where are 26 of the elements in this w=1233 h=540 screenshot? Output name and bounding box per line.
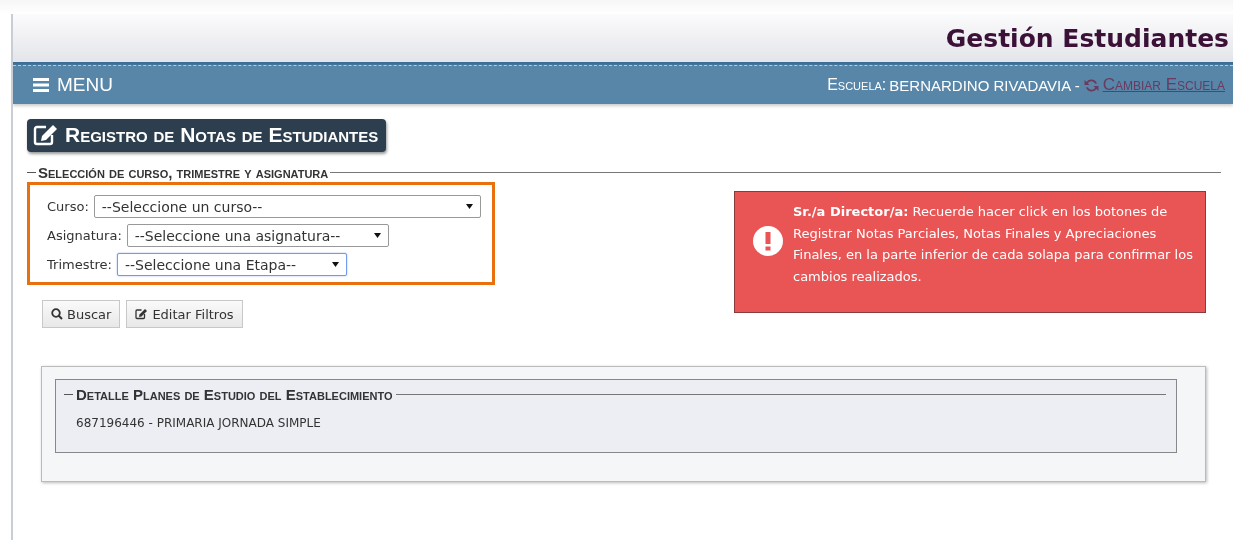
menu-button[interactable]: MENU xyxy=(33,74,113,96)
caret-icon xyxy=(373,233,381,238)
dropdown-field[interactable]: --Seleccione un curso-- xyxy=(93,195,481,218)
section-legend: Selección de curso, trimestre y asignatura xyxy=(38,164,329,181)
caret-icon xyxy=(331,262,339,267)
edit-filters-button[interactable]: Editar Filtros xyxy=(126,300,243,328)
dropdown-field[interactable]: --Seleccione una Etapa-- xyxy=(116,253,347,276)
edit-icon xyxy=(135,308,149,320)
filter-label: Asignatura: xyxy=(47,228,122,243)
caret-icon xyxy=(465,204,473,209)
school-name: BERNARDINO RIVADAVIA - xyxy=(889,76,1080,94)
refresh-icon xyxy=(1082,77,1100,93)
search-icon xyxy=(51,308,63,320)
edit-icon xyxy=(33,124,59,146)
app-title: Gestión Estudiantes xyxy=(945,23,1229,53)
menu-icon xyxy=(33,78,49,92)
filter-label: Trimestre: xyxy=(47,257,112,272)
page-title-text: Registro de Notas de Estudiantes xyxy=(65,123,379,147)
alert-message: Sr./a Director/a: Recuerde hacer click en los botones de Registrar Notas Parciales, Notas Finales y Apreciaciones Finales, en la parte inferior de cada solapa para confirmar los cambios realizados. xyxy=(793,203,1194,286)
school-label: Escuela: xyxy=(827,76,887,94)
detail-legend: Detalle Planes de Estudio del Establecimiento xyxy=(76,386,393,403)
study-plan-text: 687196446 - PRIMARIA JORNADA SIMPLE xyxy=(76,416,322,430)
filter-label: Curso: xyxy=(47,199,89,214)
dropdown-field[interactable]: --Seleccione una asignatura-- xyxy=(126,224,389,247)
exclamation-icon xyxy=(753,226,783,256)
search-button[interactable]: Buscar xyxy=(42,300,121,328)
